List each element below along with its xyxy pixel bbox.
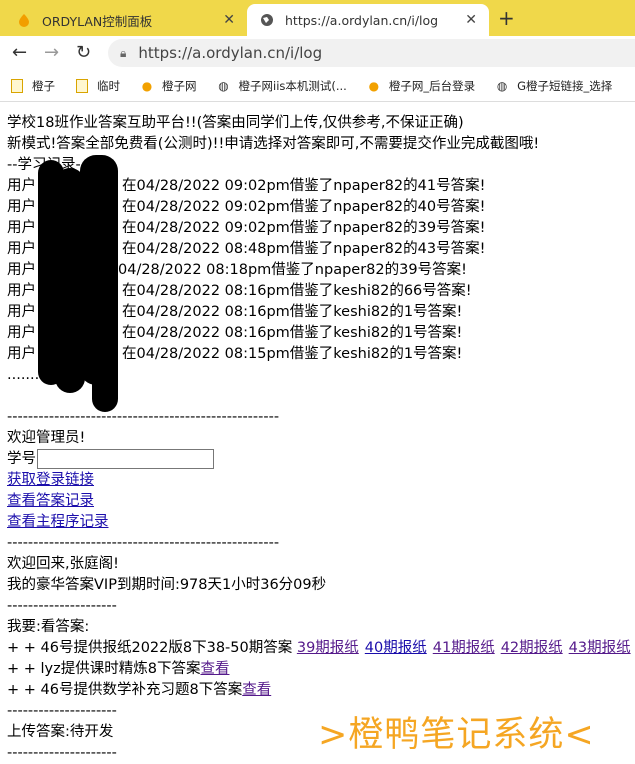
bookmark-item[interactable]: ◍ 橙子网iis本机测试(...: [217, 78, 347, 94]
globe-icon: ◍: [218, 78, 229, 93]
url-text: https://a.ordylan.cn/i/log: [138, 44, 323, 62]
close-icon[interactable]: ✕: [465, 12, 477, 28]
student-id-input[interactable]: [37, 449, 214, 469]
tab-ordylan-panel[interactable]: ORDYLAN控制面板 ✕: [0, 4, 247, 36]
bookmark-folder[interactable]: 临时: [75, 78, 120, 94]
bookmark-folder[interactable]: 橙子: [10, 78, 55, 94]
address-bar[interactable]: 🔒︎ https://a.ordylan.cn/i/log: [108, 39, 635, 67]
redaction-mark: [92, 200, 118, 412]
globe-icon: ◍: [496, 78, 508, 93]
bookmark-item[interactable]: ● 橙子网_后台登录: [367, 78, 476, 94]
folder-icon: [75, 78, 89, 93]
bookmarks-bar: 橙子 临时 ● 橙子网 ◍ 橙子网iis本机测试(... ● 橙子网_后台登录 ◍ G橙…: [0, 70, 635, 102]
get-login-link[interactable]: 获取登录链接: [7, 472, 94, 488]
lock-icon[interactable]: 🔒︎: [120, 46, 126, 61]
bookmark-item[interactable]: ● 橙子网: [140, 78, 197, 94]
folder-icon: [10, 78, 24, 93]
tab-title: https://a.ordylan.cn/i/log: [285, 12, 439, 28]
paper-42-link[interactable]: 42期报纸: [501, 640, 563, 656]
tab-strip: ORDYLAN控制面板 ✕ https://a.ordylan.cn/i/log…: [0, 0, 635, 36]
student-id-row: 学号: [7, 449, 635, 470]
bookmark-item[interactable]: ◍ G橙子短链接_选择: [495, 78, 612, 94]
new-tab-button[interactable]: +: [498, 6, 515, 30]
paper-39-link[interactable]: 39期报纸: [297, 640, 359, 656]
want-answers-heading: 我要:看答案:: [7, 619, 90, 635]
view-answer-records-link[interactable]: 查看答案记录: [7, 493, 94, 509]
divider: ----------------------------------------…: [7, 535, 280, 551]
watermark-brand: >橙鸭笔记系统<: [318, 715, 595, 755]
close-icon[interactable]: ✕: [223, 12, 235, 28]
vip-expiry: 我的豪华答案VIP到期时间:978天1小时36分09秒: [7, 577, 327, 593]
reload-icon[interactable]: ↻: [76, 42, 91, 63]
paper-40-link[interactable]: 40期报纸: [365, 640, 427, 656]
offer-row: + + 46号提供数学补充习题8下答案查看: [7, 682, 272, 698]
divider: ---------------------: [7, 598, 117, 614]
student-id-label: 学号: [7, 451, 36, 467]
view-link[interactable]: 查看: [200, 661, 229, 677]
paper-41-link[interactable]: 41期报纸: [433, 640, 495, 656]
browser-toolbar: ← → ↻ 🔒︎ https://a.ordylan.cn/i/log: [0, 36, 635, 70]
welcome-back: 欢迎回来,张庭阁!: [7, 556, 119, 572]
orange-logo-icon: ●: [368, 78, 380, 93]
tab-title: ORDYLAN控制面板: [42, 13, 153, 29]
back-arrow-icon[interactable]: ←: [12, 42, 27, 63]
intro-text: 新模式!答案全部免费看(公测时)!!申请选择对答案即可,不需要提交作业完成截图哦…: [7, 136, 540, 152]
orange-logo-icon: [16, 12, 32, 28]
view-link[interactable]: 查看: [242, 682, 271, 698]
globe-icon: [259, 12, 275, 28]
intro-text: 学校18班作业答案互助平台!!(答案由同学们上传,仅供参考,不保证正确): [7, 115, 464, 131]
orange-logo-icon: ●: [141, 78, 153, 93]
welcome-admin: 欢迎管理员!: [7, 430, 86, 446]
forward-arrow-icon[interactable]: →: [44, 42, 59, 63]
offer-row: + + 46号提供报纸2022版8下38-50期答案 39期报纸 40期报纸 41期…: [7, 640, 631, 656]
tab-log[interactable]: https://a.ordylan.cn/i/log ✕: [247, 4, 489, 36]
view-main-program-records-link[interactable]: 查看主程序记录: [7, 514, 109, 530]
paper-43-link[interactable]: 43期报纸: [569, 640, 631, 656]
offer-row: + + lyz提供课时精炼8下答案查看: [7, 661, 230, 677]
